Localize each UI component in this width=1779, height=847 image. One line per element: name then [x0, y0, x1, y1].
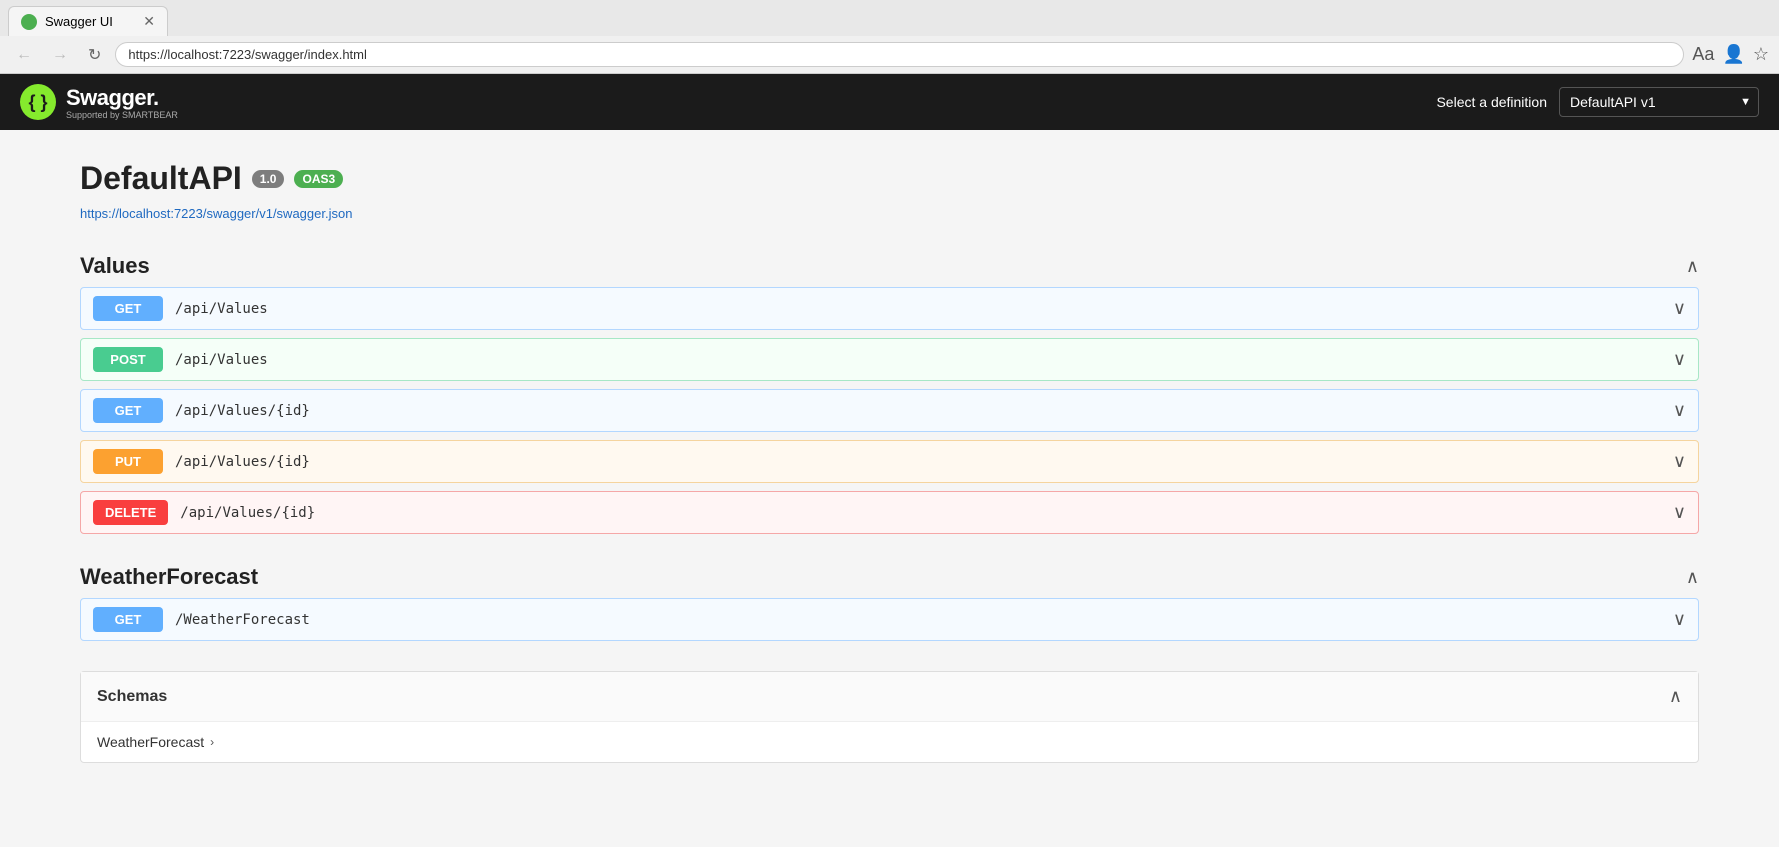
endpoint-left: POST /api/Values	[93, 347, 268, 372]
endpoint-left: PUT /api/Values/{id}	[93, 449, 310, 474]
weather-forecast-section: WeatherForecast ∧ GET /WeatherForecast ∨	[80, 564, 1699, 641]
swagger-logo-icon: { }	[20, 84, 56, 120]
definition-select[interactable]: DefaultAPI v1	[1559, 87, 1759, 117]
browser-tab[interactable]: Swagger UI ✕	[8, 6, 168, 36]
endpoint-left: GET /api/Values/{id}	[93, 398, 310, 423]
refresh-button[interactable]: ↻	[82, 43, 107, 67]
schemas-header[interactable]: Schemas ∧	[81, 672, 1698, 721]
endpoint-path: /api/Values/{id}	[175, 454, 310, 470]
method-badge-get: GET	[93, 607, 163, 632]
api-title: DefaultAPI	[80, 160, 242, 197]
endpoint-path: /api/Values/{id}	[180, 505, 315, 521]
api-title-row: DefaultAPI 1.0 OAS3	[80, 160, 1699, 197]
back-button[interactable]: ←	[10, 44, 38, 66]
read-mode-button[interactable]: Aa	[1692, 44, 1714, 65]
endpoint-get-values[interactable]: GET /api/Values ∨	[80, 287, 1699, 330]
method-badge-get: GET	[93, 296, 163, 321]
method-badge-get: GET	[93, 398, 163, 423]
tab-label: Swagger UI	[45, 14, 113, 29]
address-bar[interactable]: https://localhost:7223/swagger/index.htm…	[115, 42, 1684, 67]
schemas-collapse-chevron: ∧	[1669, 686, 1682, 707]
weather-forecast-section-header[interactable]: WeatherForecast ∧	[80, 564, 1699, 598]
endpoint-chevron: ∨	[1673, 349, 1686, 370]
values-section-title: Values	[80, 253, 150, 279]
weather-forecast-section-title: WeatherForecast	[80, 564, 258, 590]
tab-favicon	[21, 14, 37, 30]
main-content: DefaultAPI 1.0 OAS3 https://localhost:72…	[0, 130, 1779, 847]
endpoint-post-values[interactable]: POST /api/Values ∨	[80, 338, 1699, 381]
method-badge-put: PUT	[93, 449, 163, 474]
endpoint-chevron: ∨	[1673, 609, 1686, 630]
swagger-definition: Select a definition DefaultAPI v1	[1436, 87, 1759, 117]
endpoint-path: /WeatherForecast	[175, 612, 310, 628]
endpoint-left: GET /WeatherForecast	[93, 607, 310, 632]
endpoint-left: DELETE /api/Values/{id}	[93, 500, 315, 525]
swagger-header: { } Swagger. Supported by SMARTBEAR Sele…	[0, 74, 1779, 130]
weather-forecast-collapse-chevron: ∧	[1686, 567, 1699, 588]
method-badge-post: POST	[93, 347, 163, 372]
endpoint-chevron: ∨	[1673, 298, 1686, 319]
browser-icons: Aa 👤 ☆	[1692, 44, 1769, 65]
tab-bar: Swagger UI ✕	[0, 0, 1779, 36]
values-collapse-chevron: ∧	[1686, 256, 1699, 277]
endpoint-path: /api/Values	[175, 352, 268, 368]
endpoint-put-values-id[interactable]: PUT /api/Values/{id} ∨	[80, 440, 1699, 483]
endpoint-chevron: ∨	[1673, 451, 1686, 472]
swagger-logo-sub: Supported by SMARTBEAR	[66, 111, 178, 120]
values-section-header[interactable]: Values ∧	[80, 253, 1699, 287]
tab-close-button[interactable]: ✕	[143, 13, 155, 30]
endpoint-left: GET /api/Values	[93, 296, 268, 321]
schemas-body: WeatherForecast ›	[81, 721, 1698, 762]
account-button[interactable]: 👤	[1722, 44, 1744, 65]
schemas-title: Schemas	[97, 688, 167, 706]
endpoint-get-weather-forecast[interactable]: GET /WeatherForecast ∨	[80, 598, 1699, 641]
schema-item-weather-forecast[interactable]: WeatherForecast ›	[97, 734, 1682, 750]
url-text: https://localhost:7223/swagger/index.htm…	[128, 47, 366, 62]
swagger-logo: { } Swagger. Supported by SMARTBEAR	[20, 84, 178, 120]
version-badge: 1.0	[252, 170, 285, 188]
definition-select-wrapper[interactable]: DefaultAPI v1	[1559, 87, 1759, 117]
definition-label: Select a definition	[1436, 94, 1547, 110]
schema-name: WeatherForecast	[97, 734, 204, 750]
oas-badge: OAS3	[294, 170, 343, 188]
endpoint-chevron: ∨	[1673, 400, 1686, 421]
favorites-button[interactable]: ☆	[1753, 44, 1769, 65]
swagger-logo-text: Swagger.	[66, 85, 159, 110]
browser-chrome: Swagger UI ✕ ← → ↻ https://localhost:722…	[0, 0, 1779, 74]
swagger-logo-text-block: Swagger. Supported by SMARTBEAR	[66, 85, 178, 120]
api-spec-link[interactable]: https://localhost:7223/swagger/v1/swagge…	[80, 206, 352, 221]
forward-button[interactable]: →	[46, 44, 74, 66]
endpoint-path: /api/Values	[175, 301, 268, 317]
endpoint-get-values-id[interactable]: GET /api/Values/{id} ∨	[80, 389, 1699, 432]
schema-expand-icon: ›	[210, 735, 214, 749]
method-badge-delete: DELETE	[93, 500, 168, 525]
values-section: Values ∧ GET /api/Values ∨ POST /api/Val…	[80, 253, 1699, 534]
browser-nav: ← → ↻ https://localhost:7223/swagger/ind…	[0, 36, 1779, 73]
endpoint-path: /api/Values/{id}	[175, 403, 310, 419]
endpoint-delete-values-id[interactable]: DELETE /api/Values/{id} ∨	[80, 491, 1699, 534]
endpoint-chevron: ∨	[1673, 502, 1686, 523]
schemas-section: Schemas ∧ WeatherForecast ›	[80, 671, 1699, 763]
